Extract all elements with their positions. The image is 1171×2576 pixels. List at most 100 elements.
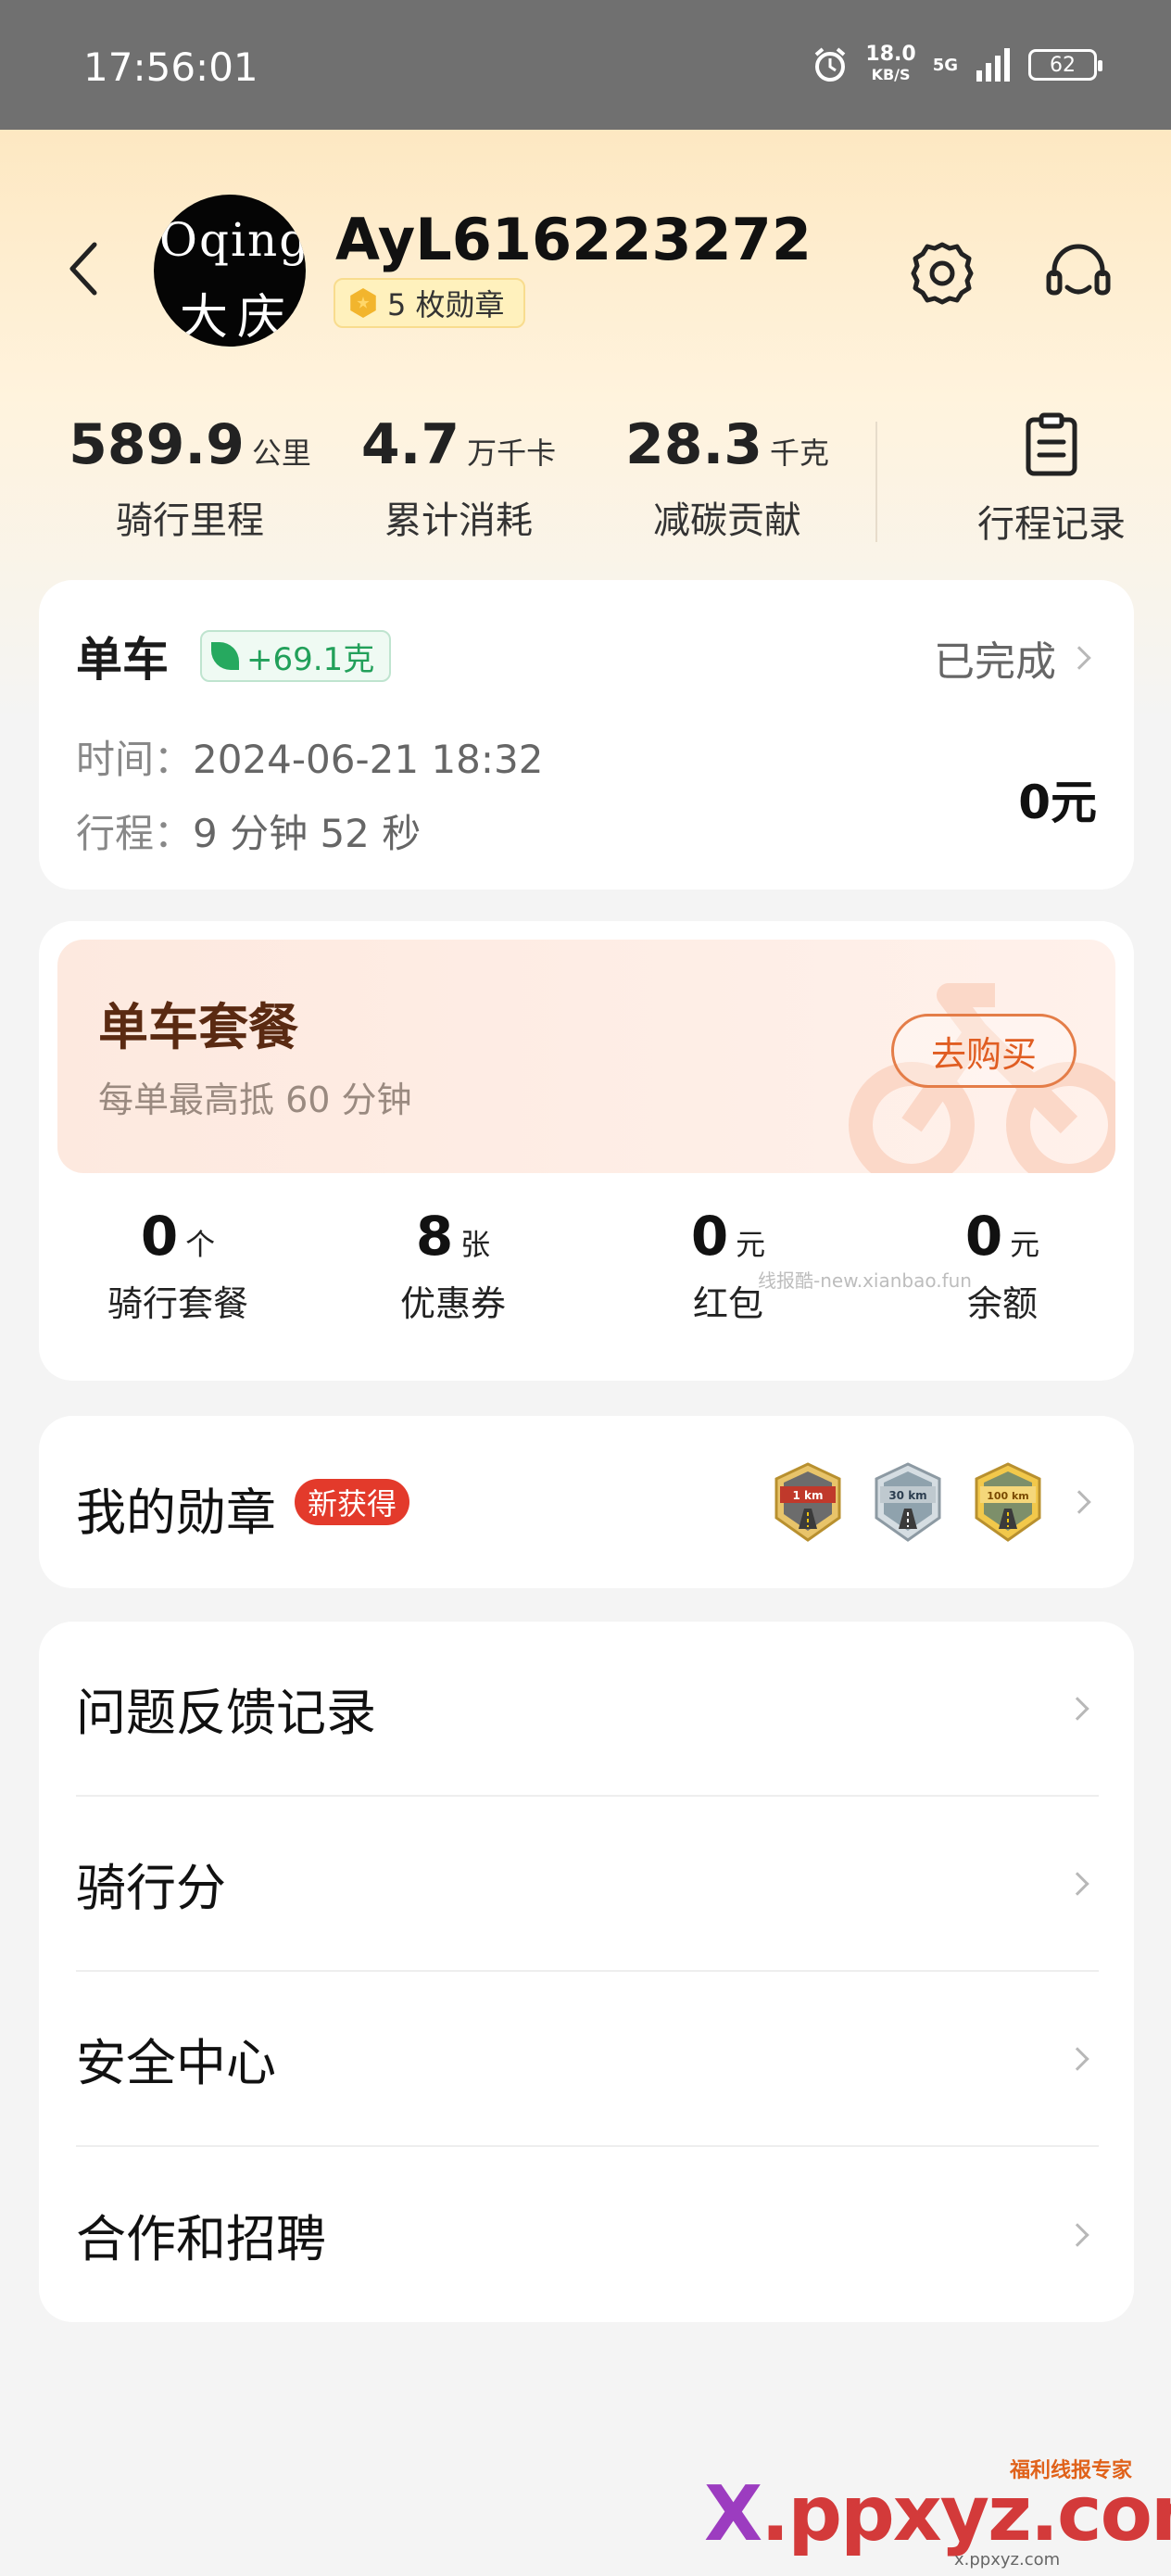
status-icons: 18.0 KB/S 5G 62	[812, 44, 1102, 85]
medal-count-badge[interactable]: 5 枚勋章	[334, 278, 525, 328]
ride-package-count: 0	[140, 1205, 179, 1268]
stats-row: 589.9 公里 骑行里程 4.7 万千卡 累计消耗 28.3 千克 减碳贡献 行程记…	[37, 412, 1140, 551]
ride-package-label: 骑行套餐	[107, 1283, 248, 1324]
ride-package-unit: 个	[185, 1227, 216, 1262]
svg-text:30 km: 30 km	[888, 1489, 926, 1502]
medal-100km-icon: 100 km	[975, 1462, 1041, 1542]
site-watermark-logo: 福利线报专家 X.ppxyz.com x.ppxyz.com	[704, 2454, 1171, 2570]
stat-calories: 4.7 万千卡 累计消耗	[324, 412, 593, 544]
svg-text:1 km: 1 km	[792, 1489, 823, 1502]
stat-distance-label: 骑行里程	[116, 499, 264, 542]
ride-time-label: 时间：	[76, 737, 194, 782]
clipboard-icon	[1026, 412, 1077, 476]
package-card: 单车套餐 每单最高抵 60 分钟 去购买 0个 骑行套餐 8张 优惠券 0元 红…	[39, 921, 1134, 1381]
carbon-saved-tag: +69.1克	[200, 630, 392, 682]
status-bar: 17:56:01 18.0 KB/S 5G 62	[0, 0, 1171, 130]
wallet-item-coupons[interactable]: 8张 优惠券	[342, 1205, 564, 1326]
leaf-icon	[211, 642, 239, 670]
medal-1km-icon: 1 km	[774, 1462, 841, 1542]
watermark-text: 线报酷-new.xianbao.fun	[758, 1269, 972, 1292]
trip-log-label: 行程记录	[977, 503, 1126, 546]
menu-item-label: 合作和招聘	[76, 2210, 326, 2268]
stat-carbon-unit: 千克	[770, 436, 830, 471]
avatar-text-bottom: 大庆	[180, 290, 296, 346]
svg-text:100 km: 100 km	[987, 1490, 1029, 1502]
logo-brand: X.ppxyz.com	[704, 2470, 1171, 2558]
coupon-unit: 张	[460, 1227, 491, 1262]
menu-item-label: 问题反馈记录	[76, 1684, 376, 1742]
chevron-right-icon	[1065, 1696, 1089, 1721]
medal-count-text: 5 枚勋章	[387, 287, 505, 322]
ride-duration-label: 行程：	[76, 811, 194, 856]
customer-service-icon[interactable]	[1043, 239, 1114, 309]
chevron-right-icon	[1065, 1871, 1089, 1896]
chevron-right-icon	[1067, 646, 1091, 670]
new-medal-badge: 新获得	[295, 1479, 410, 1525]
gear-icon[interactable]	[908, 239, 976, 308]
avatar[interactable]: Oqing 大庆	[154, 195, 306, 347]
buy-button[interactable]: 去购买	[891, 1014, 1077, 1088]
battery-icon: 62	[1028, 49, 1102, 81]
ride-status[interactable]: 已完成	[934, 628, 1091, 688]
status-time: 17:56:01	[83, 44, 258, 90]
package-title: 单车套餐	[98, 998, 298, 1056]
balance-unit: 元	[1010, 1227, 1040, 1262]
speed-value: 18.0	[865, 43, 916, 66]
network-type: 5G	[932, 55, 958, 75]
chevron-right-icon	[1067, 1490, 1091, 1514]
ride-duration-value: 9 分钟 52 秒	[193, 811, 422, 856]
chevron-right-icon	[1065, 2046, 1089, 2071]
avatar-text-top: Oqing	[159, 213, 306, 267]
stats-divider	[875, 422, 877, 542]
stat-carbon-value: 28.3	[624, 412, 763, 477]
medal-hex-icon	[350, 288, 376, 318]
trip-log-button[interactable]: 行程记录	[936, 412, 1167, 548]
ride-status-text: 已完成	[934, 638, 1056, 686]
menu-item-label: 骑行分	[76, 1859, 226, 1917]
coupon-count: 8	[415, 1205, 454, 1268]
ride-time: 时间：2024-06-21 18:32	[76, 728, 544, 785]
ride-type: 单车	[76, 633, 169, 687]
battery-level: 62	[1050, 53, 1076, 77]
chevron-right-icon	[1065, 2222, 1089, 2247]
logo-url: x.ppxyz.com	[954, 2550, 1061, 2570]
medals-title: 我的勋章	[76, 1484, 276, 1542]
ride-duration: 行程：9 分钟 52 秒	[76, 802, 421, 859]
menu-item-riding-score[interactable]: 骑行分	[76, 1797, 1099, 1972]
network-speed: 18.0 KB/S	[865, 44, 915, 85]
red-packet-amount: 0	[690, 1205, 729, 1268]
ride-time-value: 2024-06-21 18:32	[193, 737, 544, 782]
carbon-saved-value: +69.1克	[246, 640, 375, 678]
coupon-label: 优惠券	[399, 1283, 506, 1324]
speed-unit: KB/S	[871, 66, 911, 83]
stat-calories-label: 累计消耗	[384, 499, 533, 542]
menu-item-label: 安全中心	[76, 2034, 276, 2092]
medal-badges: 1 km 30 km 100 km	[771, 1462, 1045, 1542]
stat-carbon: 28.3 千克 减碳贡献	[593, 412, 862, 544]
back-icon[interactable]	[65, 241, 102, 297]
alarm-icon	[815, 47, 846, 82]
username: AyL616223272	[335, 206, 812, 273]
menu-item-cooperation-recruitment[interactable]: 合作和招聘	[76, 2147, 1099, 2322]
balance-amount: 0	[964, 1205, 1003, 1268]
stat-carbon-label: 减碳贡献	[653, 499, 801, 542]
medal-30km-icon: 30 km	[875, 1462, 941, 1542]
stat-distance-value: 589.9	[69, 412, 245, 477]
menu-card: 问题反馈记录 骑行分 安全中心 合作和招聘	[39, 1622, 1134, 2322]
logo-brand-rest: .ppxyz.com	[761, 2470, 1171, 2558]
logo-brand-x: X	[704, 2470, 762, 2558]
stat-calories-value: 4.7	[360, 412, 460, 477]
wallet-item-ride-package[interactable]: 0个 骑行套餐	[67, 1205, 289, 1326]
stat-distance: 589.9 公里 骑行里程	[56, 412, 324, 544]
menu-item-safety-center[interactable]: 安全中心	[76, 1972, 1099, 2147]
recent-ride-card[interactable]: 单车 +69.1克 已完成 时间：2024-06-21 18:32 行程：9 分…	[39, 580, 1134, 890]
stat-distance-unit: 公里	[251, 436, 311, 471]
red-packet-unit: 元	[736, 1227, 766, 1262]
my-medals-card[interactable]: 我的勋章 新获得 1 km 30 km 100 km	[39, 1416, 1134, 1588]
package-subtitle: 每单最高抵 60 分钟	[98, 1080, 412, 1120]
package-banner[interactable]: 单车套餐 每单最高抵 60 分钟 去购买	[57, 940, 1115, 1173]
menu-item-feedback-records[interactable]: 问题反馈记录	[76, 1622, 1099, 1797]
ride-fee: 0元	[1018, 776, 1097, 829]
signal-icon	[976, 48, 1010, 82]
stat-calories-unit: 万千卡	[467, 436, 557, 471]
